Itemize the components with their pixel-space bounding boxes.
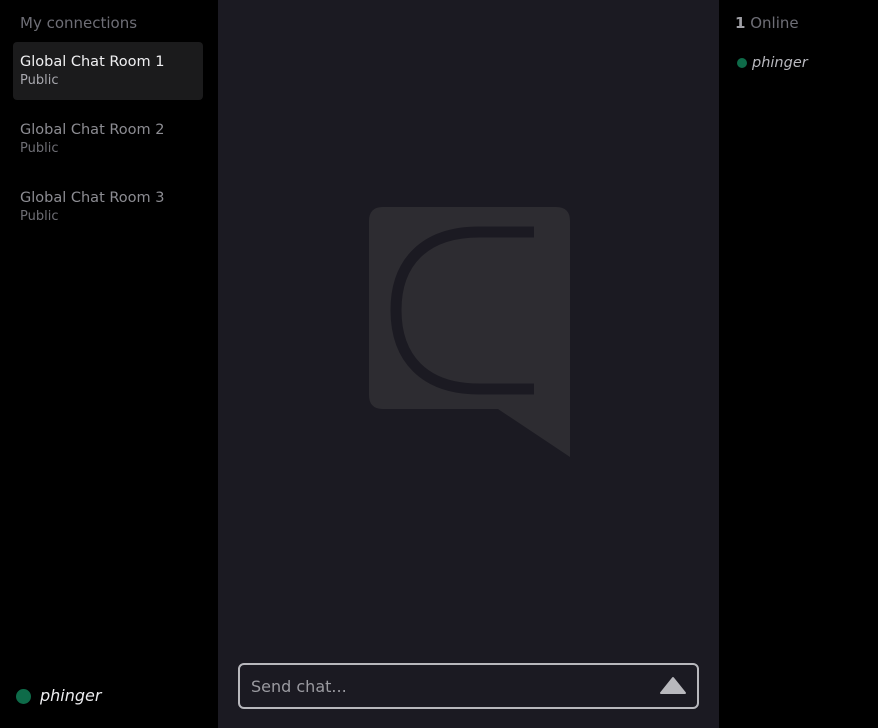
connection-visibility: Public bbox=[20, 141, 59, 156]
online-count: 1 bbox=[735, 14, 746, 32]
online-heading: 1 Online bbox=[735, 14, 799, 32]
triangle-up-send-icon[interactable] bbox=[659, 675, 687, 697]
online-users-panel: 1 Online phinger bbox=[719, 0, 878, 728]
online-label: Online bbox=[750, 14, 799, 32]
connections-sidebar: My connections Global Chat Room 1 Public… bbox=[0, 0, 218, 728]
connection-visibility: Public bbox=[20, 209, 59, 224]
connection-item-global-chat-room-1[interactable]: Global Chat Room 1 Public bbox=[13, 42, 203, 100]
connection-name: Global Chat Room 2 bbox=[20, 122, 165, 138]
connection-name: Global Chat Room 1 bbox=[20, 54, 165, 70]
connection-visibility: Public bbox=[20, 73, 59, 88]
chat-app: My connections Global Chat Room 1 Public… bbox=[0, 0, 878, 728]
online-user-item[interactable]: phinger bbox=[737, 53, 808, 73]
online-status-dot-icon bbox=[737, 58, 747, 68]
connection-item-global-chat-room-3[interactable]: Global Chat Room 3 Public bbox=[13, 178, 203, 236]
online-status-dot-icon bbox=[16, 688, 31, 704]
connection-item-global-chat-room-2[interactable]: Global Chat Room 2 Public bbox=[13, 110, 203, 168]
chat-bubble-c-logo-icon bbox=[369, 207, 570, 457]
current-user-name: phinger bbox=[40, 686, 102, 705]
send-chat-input[interactable] bbox=[251, 665, 631, 707]
chat-composer bbox=[238, 663, 699, 709]
chat-area bbox=[218, 0, 719, 728]
online-user-name: phinger bbox=[752, 55, 808, 71]
connection-name: Global Chat Room 3 bbox=[20, 190, 165, 206]
connections-heading: My connections bbox=[20, 14, 138, 32]
connections-list: Global Chat Room 1 Public Global Chat Ro… bbox=[13, 42, 203, 246]
current-user[interactable]: phinger bbox=[16, 686, 101, 706]
